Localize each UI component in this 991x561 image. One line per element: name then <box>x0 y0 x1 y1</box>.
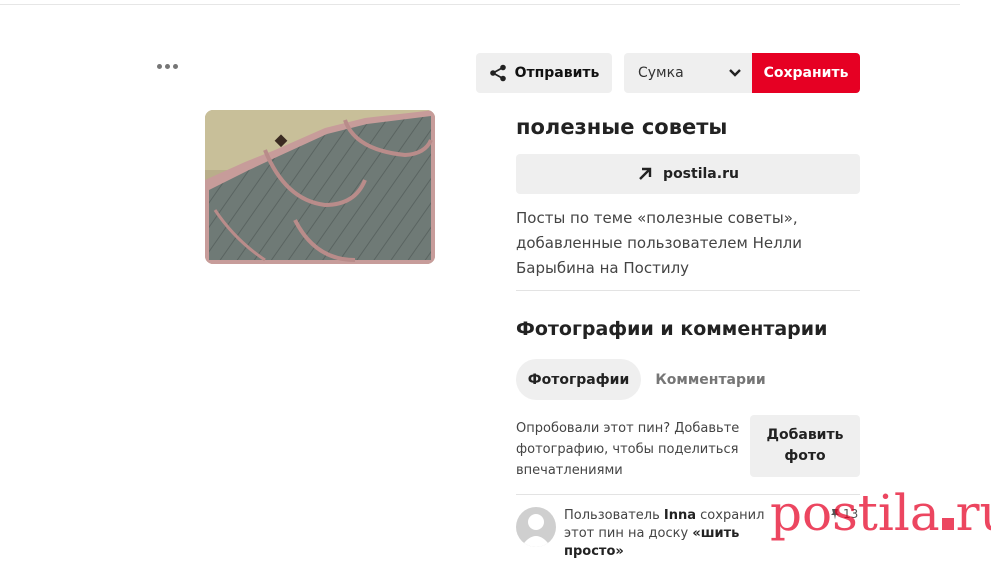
postila-watermark: postilaru <box>770 484 991 542</box>
divider <box>516 494 860 495</box>
repin-count-value: 13 <box>843 507 859 521</box>
pin-photo <box>205 110 435 264</box>
board-select[interactable]: Сумка <box>624 53 752 93</box>
avatar[interactable] <box>516 507 556 547</box>
pin-title: полезные советы <box>516 115 728 139</box>
user-icon <box>521 514 551 547</box>
watermark-dot <box>941 518 954 530</box>
add-photo-button[interactable]: Добавить фото <box>750 415 860 477</box>
source-link-button[interactable]: postila.ru <box>516 154 860 194</box>
tab-photos[interactable]: Фотографии <box>516 359 641 400</box>
repin-count: 13 <box>829 507 858 521</box>
arrow-up-right-icon <box>639 167 652 180</box>
chevron-down-icon <box>729 69 741 77</box>
source-link-label: postila.ru <box>663 166 739 182</box>
share-button[interactable]: Отправить <box>476 53 612 93</box>
pushpin-icon <box>831 509 839 520</box>
tab-comments[interactable]: Комментарии <box>648 359 773 400</box>
save-button[interactable]: Сохранить <box>752 53 860 93</box>
more-options-icon[interactable] <box>157 64 178 69</box>
activity-prefix: Пользователь <box>564 508 660 523</box>
photos-comments-title: Фотографии и комментарии <box>516 318 828 340</box>
pin-image[interactable] <box>205 110 435 264</box>
top-border <box>0 0 960 5</box>
share-icon <box>489 64 506 82</box>
activity-user[interactable]: Inna <box>664 508 696 523</box>
board-select-value: Сумка <box>638 65 684 81</box>
try-pin-prompt: Опробовали этот пин? Добавьте фотографию… <box>516 421 740 478</box>
share-button-label: Отправить <box>514 65 600 81</box>
watermark-right: ru <box>955 484 991 542</box>
divider <box>516 290 860 291</box>
pin-description: Посты по теме «полезные советы», добавле… <box>516 209 802 277</box>
activity-text: Пользователь Inna сохранил этот пин на д… <box>564 507 769 561</box>
